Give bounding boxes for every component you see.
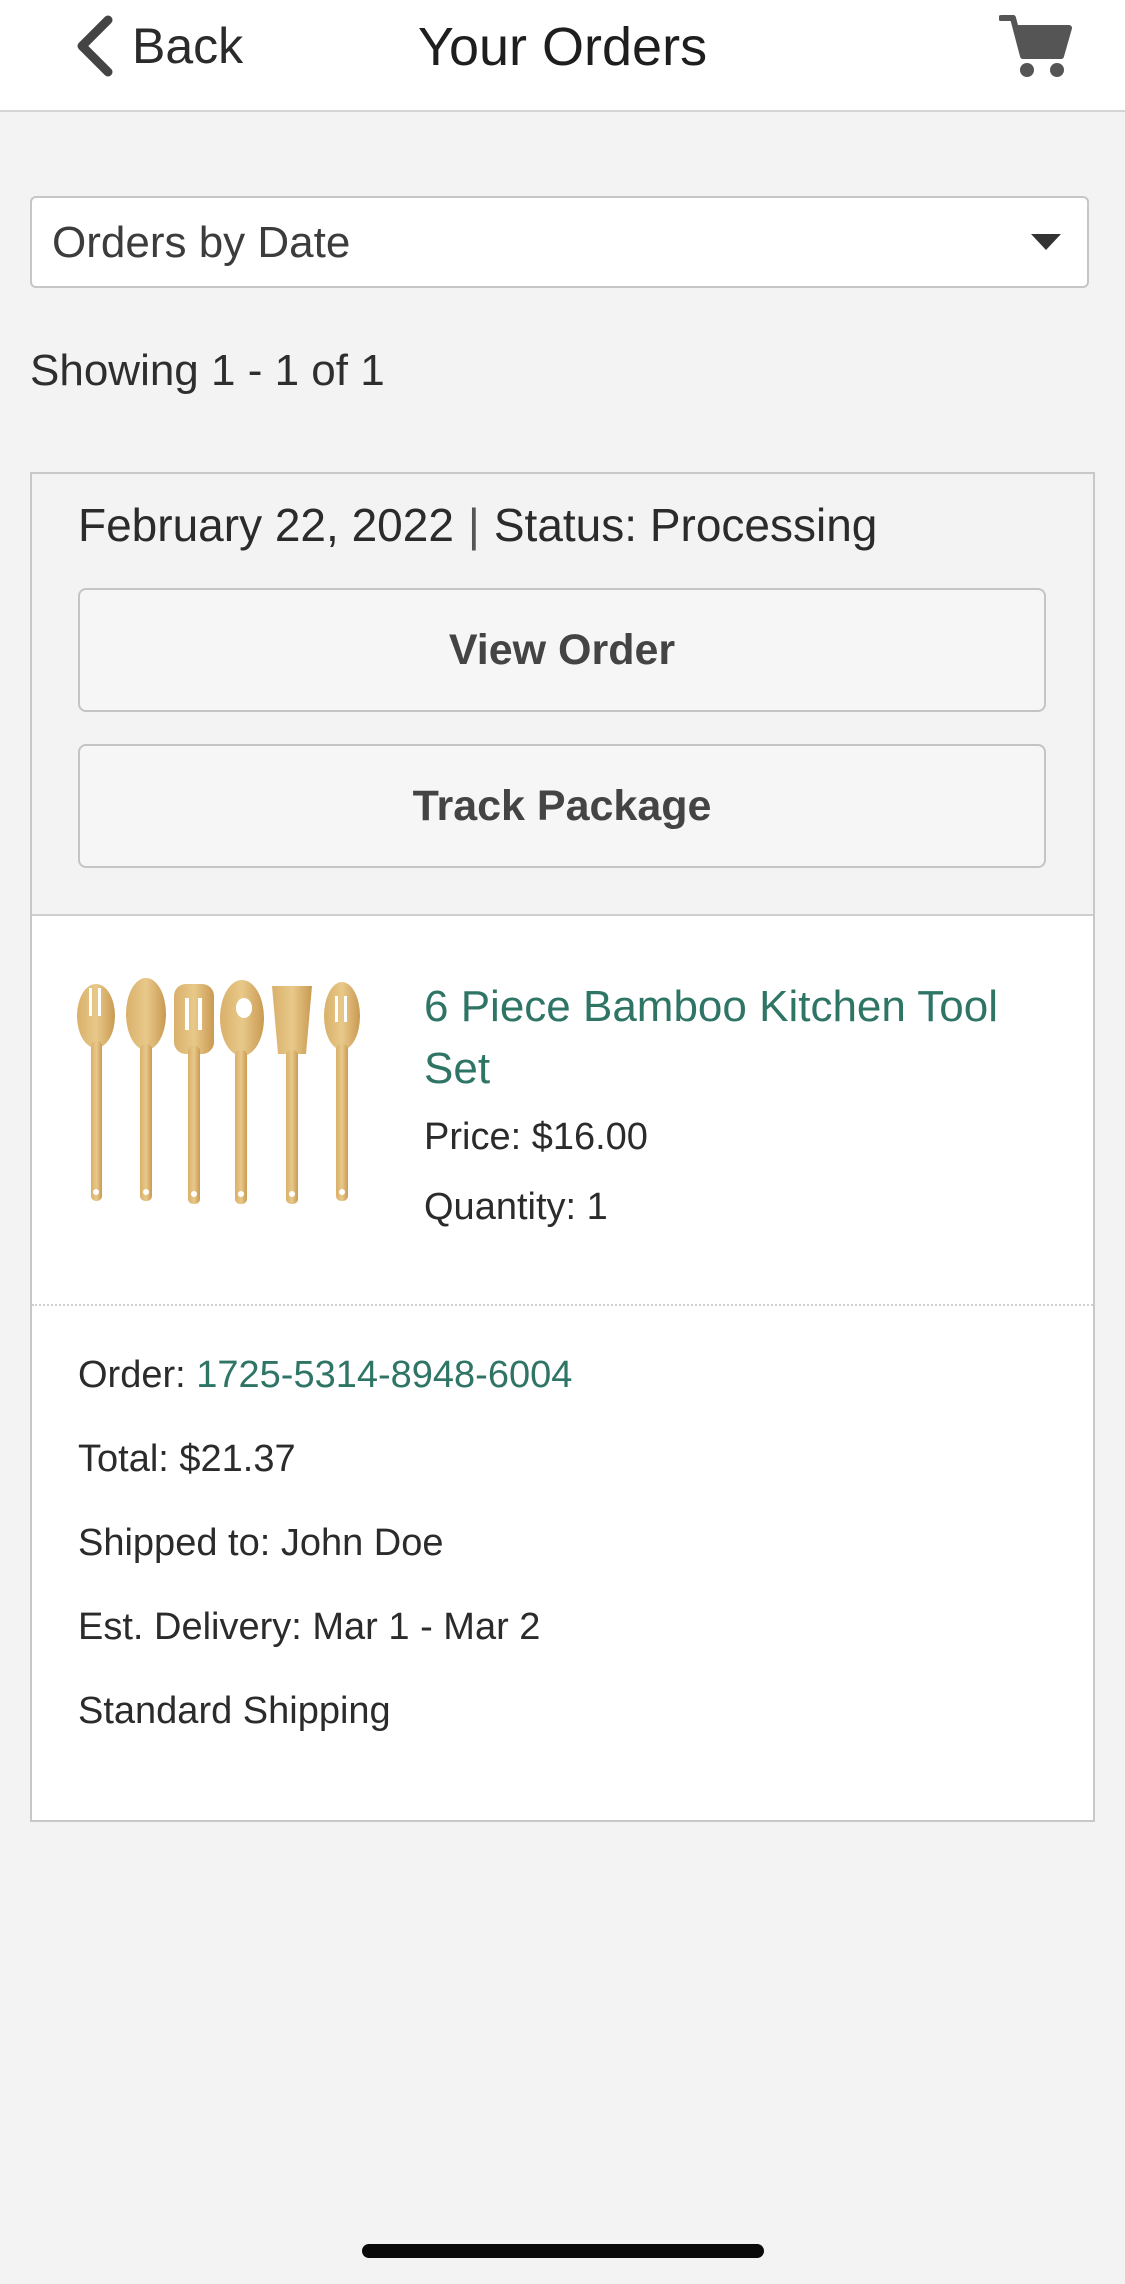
order-date: February 22, 2022 — [78, 499, 454, 551]
chevron-left-icon — [77, 15, 113, 77]
product-image[interactable] — [72, 946, 372, 1246]
sort-selected-value: Orders by Date — [52, 218, 351, 267]
order-total: Total: $21.37 — [78, 1438, 296, 1480]
order-item: 6 Piece Bamboo Kitchen Tool Set Price: $… — [32, 916, 1093, 1306]
cart-icon — [998, 15, 1072, 77]
product-price: Price: $16.00 — [424, 1116, 648, 1158]
track-package-button[interactable]: Track Package — [78, 744, 1046, 868]
cart-button[interactable] — [998, 12, 1073, 80]
estimated-delivery: Est. Delivery: Mar 1 - Mar 2 — [78, 1606, 541, 1648]
back-label: Back — [132, 18, 244, 74]
caret-down-icon — [1031, 234, 1061, 250]
top-nav-bar: Back Your Orders — [0, 0, 1125, 112]
order-number-row: Order: 1725-5314-8948-6004 — [78, 1354, 572, 1397]
shipping-method: Standard Shipping — [78, 1690, 391, 1732]
sort-dropdown[interactable]: Orders by Date — [30, 196, 1089, 288]
home-indicator — [362, 2244, 764, 2258]
order-status: Status: Processing — [493, 499, 878, 551]
product-quantity: Quantity: 1 — [424, 1186, 608, 1228]
product-name-link[interactable]: 6 Piece Bamboo Kitchen Tool Set — [424, 976, 1044, 1100]
order-summary: February 22, 2022 | Status: Processing — [78, 498, 877, 552]
view-order-button[interactable]: View Order — [78, 588, 1046, 712]
shipped-to: Shipped to: John Doe — [78, 1522, 444, 1564]
order-card: February 22, 2022 | Status: Processing Vie… — [30, 472, 1095, 1822]
order-header: February 22, 2022 | Status: Processing Vie… — [32, 474, 1093, 916]
results-count: Showing 1 - 1 of 1 — [30, 346, 385, 395]
order-number-link[interactable]: 1725-5314-8948-6004 — [196, 1354, 572, 1396]
separator: | — [467, 499, 480, 551]
order-number-label: Order: — [78, 1354, 197, 1396]
back-button[interactable]: Back — [74, 10, 243, 82]
